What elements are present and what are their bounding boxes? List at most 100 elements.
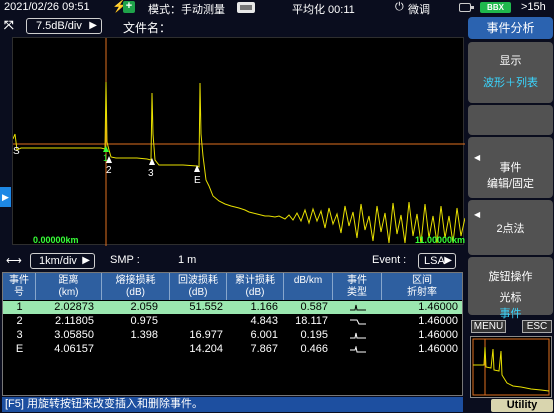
filename-label: 文件名： [123, 21, 172, 35]
marker-3-flag [149, 158, 155, 165]
table-cell: 0.587 [300, 301, 328, 313]
x-axis-end: 11.00000km [415, 235, 466, 245]
knob-line1: 旋钮操作 [488, 271, 533, 283]
overview-trace-svg [472, 338, 550, 396]
column-header: 熔接损耗 (dB) [102, 273, 170, 300]
overview-zoom-window [472, 338, 550, 396]
table-cell: 3 [16, 329, 23, 341]
event-edit-button[interactable]: ◀ 事件 编辑/固定 [468, 137, 553, 198]
column-header: dB/km [284, 273, 333, 300]
table-row[interactable]: 1 2.02873 2.059 51.552 1.166 0.587 1.46000 [3, 301, 462, 314]
ac-power-icon [459, 3, 474, 12]
table-cell: 1.46000 [418, 301, 458, 313]
event-mode-button[interactable]: LSA ▶ [418, 253, 456, 269]
title-row: ⤧ 7.5dB/div ▶ 文件名： [0, 17, 466, 35]
table-cell: 0.466 [300, 343, 328, 355]
table-cell: 2.02873 [54, 301, 94, 313]
column-header: 事件 类型 [333, 273, 382, 300]
table-cell: 1.46000 [418, 329, 458, 341]
datetime: 2021/02/26 09:51 [4, 1, 90, 13]
column-header: 事件号 [3, 273, 36, 300]
marker-s: S [13, 146, 20, 157]
table-row[interactable]: E 4.06157 14.204 7.867 0.466 1.46000 [3, 343, 462, 356]
knob-line2: 光标 [499, 292, 522, 304]
table-cell: 1.166 [250, 301, 278, 313]
knob-line3: 事件 [499, 308, 522, 320]
esc-button[interactable]: ESC [522, 320, 552, 333]
vertical-scale-value: 7.5dB/div [36, 20, 82, 32]
overview-graph [470, 336, 552, 398]
table-cell: 1.46000 [418, 315, 458, 327]
knob-operation-button[interactable]: 旋钮操作 光标 事件 [468, 257, 553, 320]
lightning-icon: ⚡ [112, 0, 127, 13]
column-header: 累计损耗 (dB) [227, 273, 284, 300]
event-table: 事件号 距离 (km) 熔接损耗 (dB) 回波损耗 (dB) 累计损耗 (dB) dB… [2, 272, 463, 396]
table-cell: 3.05850 [54, 329, 94, 341]
event-type-icon [333, 329, 382, 342]
column-header: 区间 折射率 [407, 275, 437, 298]
triangle-right-icon: ▶ [89, 20, 97, 31]
table-cell: 18.117 [295, 315, 328, 327]
overview-trace [473, 346, 550, 392]
table-cell: 0.195 [300, 329, 328, 341]
table-cell: 1 [16, 301, 23, 313]
blank-button-1[interactable] [468, 105, 553, 135]
table-cell: 2 [16, 315, 23, 327]
marker-e: E [194, 175, 201, 186]
help-message: [F5] 用旋转按钮来改变插入和删除事件。 [2, 397, 463, 412]
column-header: 回波损耗 (dB) [170, 273, 227, 300]
table-cell: 7.867 [250, 343, 278, 355]
smp-value: 1 m [178, 254, 197, 266]
otdr-trace-svg: S 1 2 3 E [13, 38, 465, 246]
two-point-button[interactable]: ◀ 2点法 [468, 200, 553, 255]
event-type-icon [333, 315, 382, 328]
laser-icon [237, 2, 255, 13]
table-cell: 0.975 [130, 315, 158, 327]
marker-2: 2 [106, 165, 112, 176]
table-row[interactable]: 3 3.05850 1.398 16.977 6.001 0.195 1.46000 [3, 329, 462, 342]
panel-title: 事件分析 [468, 17, 553, 39]
x-axis-start: 0.00000km [33, 235, 79, 245]
table-cell: 16.977 [189, 329, 223, 341]
event-mode-value: LSA [424, 255, 445, 267]
event-label: Event : [372, 254, 407, 266]
event-type-icon [333, 343, 382, 356]
scroll-left-button[interactable]: ▶ [0, 187, 11, 207]
plus-icon: + [123, 1, 135, 13]
table-cell: 4.843 [250, 315, 278, 327]
table-cell: 2.11805 [55, 315, 94, 327]
otdr-graph[interactable]: S 1 2 3 E 0.00000km 11.00000km [12, 37, 466, 246]
menu-button[interactable]: MENU [471, 320, 506, 333]
battery-icon: BBX [480, 2, 511, 13]
triangle-right-icon: ▶ [82, 255, 90, 266]
table-cell [170, 315, 223, 328]
table-cell: 4.06157 [54, 343, 94, 355]
table-cell [102, 343, 158, 356]
event-type-icon [333, 301, 382, 314]
table-cell: E [15, 343, 24, 355]
triangle-left-icon: ◀ [474, 153, 481, 162]
vertical-scale-button[interactable]: 7.5dB/div ▶ [26, 18, 102, 34]
column-header: 距离 (km) [36, 273, 102, 300]
table-cell: 2.059 [130, 301, 158, 313]
fine-adjust-icon: ⏻ [395, 1, 404, 13]
horizontal-scale-button[interactable]: 1km/div ▶ [30, 253, 95, 269]
otdr-trace [13, 81, 465, 244]
smp-label: SMP : [110, 254, 140, 266]
display-button[interactable]: 显示 波形＋列表 [468, 42, 553, 103]
fine-adjust-label: 微调 [408, 4, 430, 16]
event-edit-line2: 编辑/固定 [486, 178, 535, 190]
table-row[interactable]: 2 2.11805 0.975 4.843 18.117 1.46000 [3, 315, 462, 328]
average-timer: 平均化 00:11 [292, 4, 355, 16]
horizontal-scale-icon: ⟷ [6, 255, 22, 267]
triangle-right-icon: ▶ [444, 255, 452, 266]
display-label: 显示 [499, 55, 522, 67]
two-point-label: 2点法 [496, 223, 525, 235]
status-bar: 2021/02/26 09:51 ⚡ + 模式：手动测量 平均化 00:11 ⏻… [0, 0, 554, 16]
marker-3: 3 [148, 168, 154, 179]
display-value: 波形＋列表 [483, 77, 538, 89]
triangle-left-icon: ◀ [474, 210, 481, 219]
utility-button[interactable]: Utility [491, 399, 553, 412]
table-cell: 6.001 [250, 329, 278, 341]
table-cell: 14.204 [189, 343, 223, 355]
